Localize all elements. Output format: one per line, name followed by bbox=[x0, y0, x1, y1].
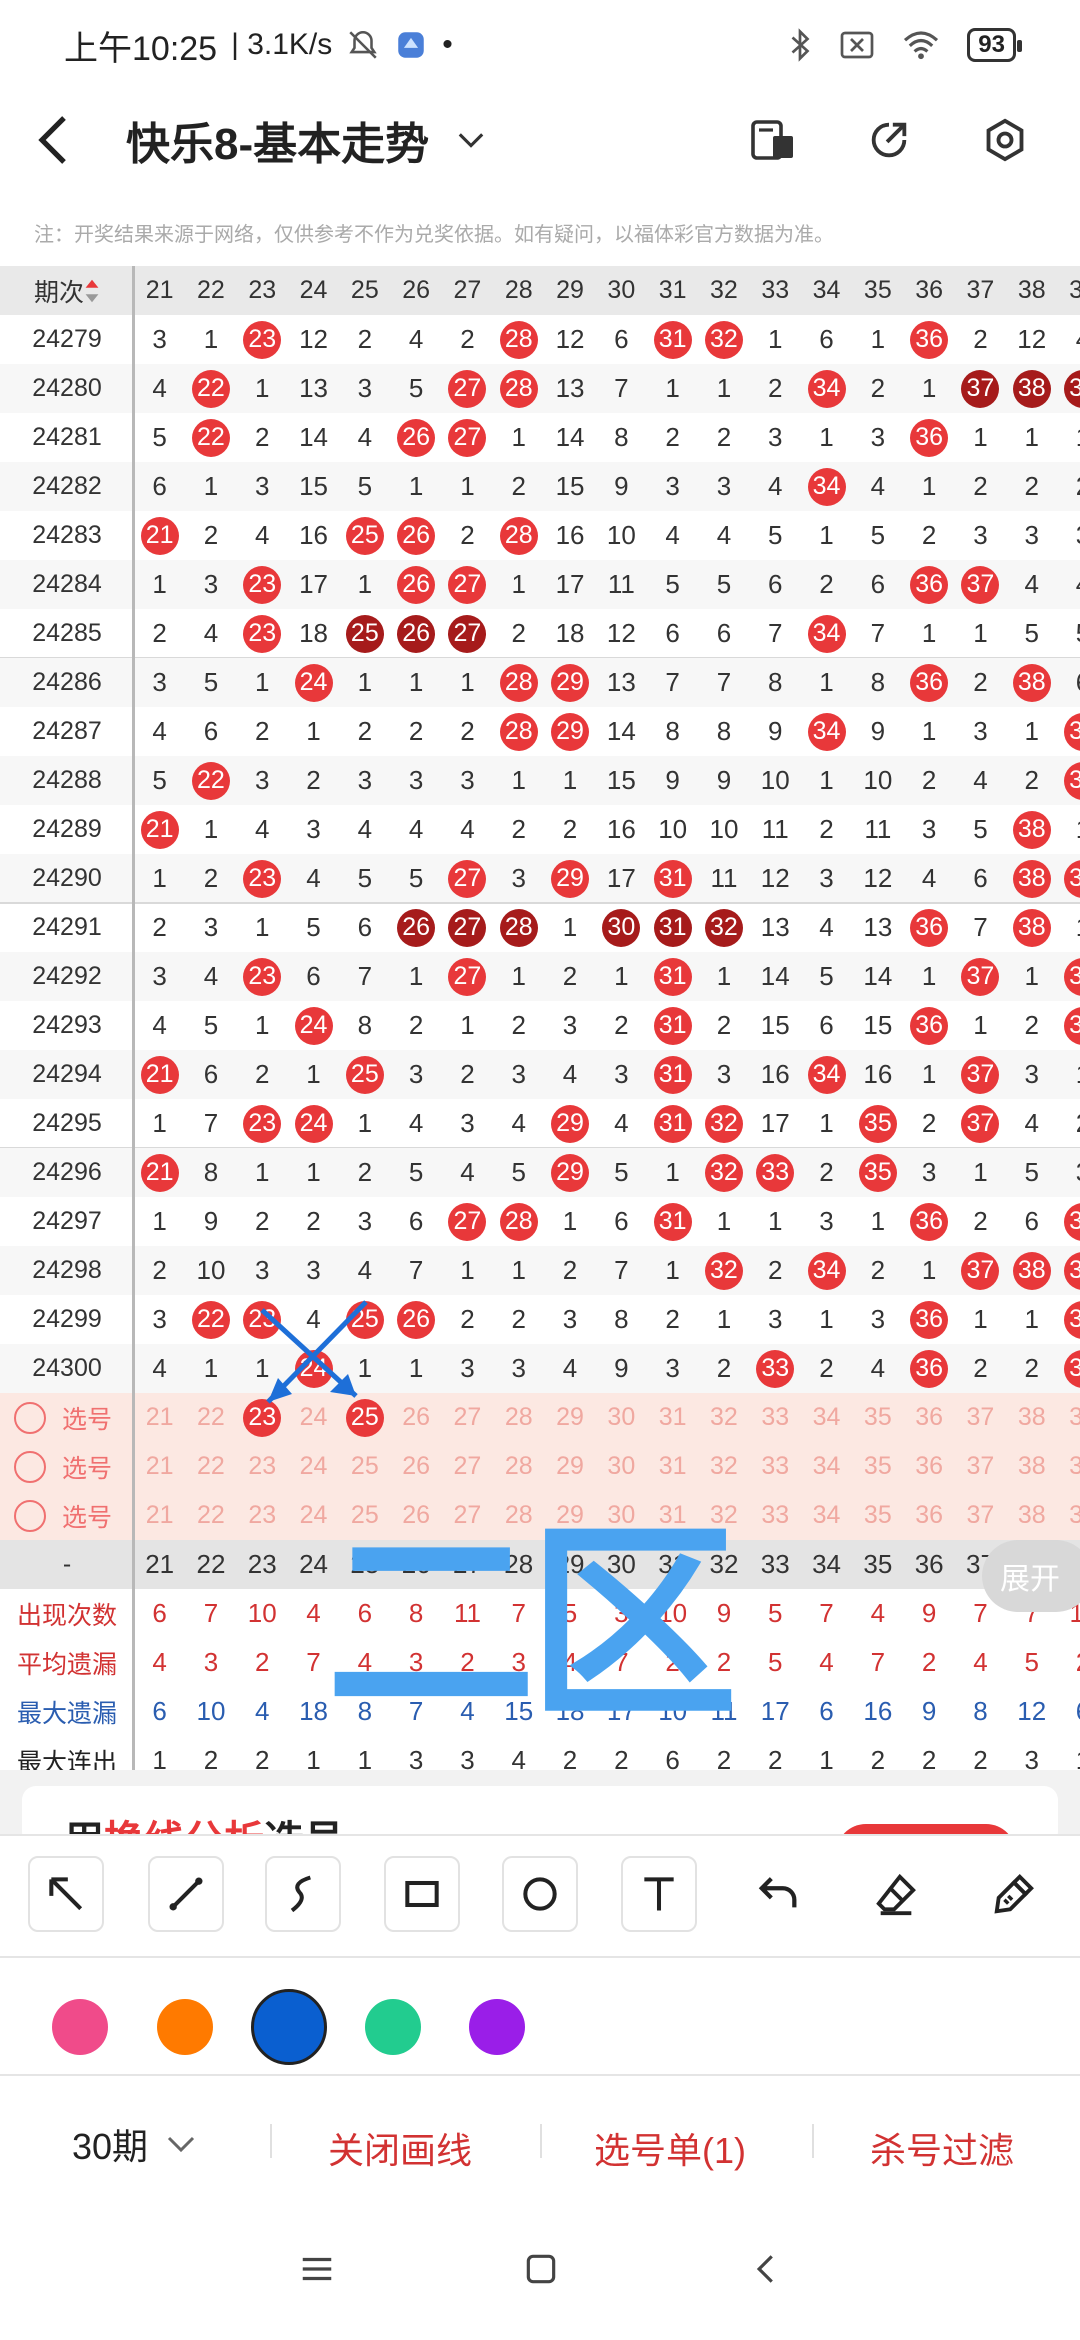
color-swatch[interactable] bbox=[157, 1999, 213, 2055]
period-selector[interactable]: 30期 bbox=[72, 2118, 196, 2170]
arrow-tool-icon bbox=[49, 1877, 83, 1911]
tool-eraser[interactable] bbox=[858, 1856, 934, 1932]
tool-clear[interactable] bbox=[976, 1856, 1052, 1932]
tool-rectangle[interactable] bbox=[384, 1856, 460, 1932]
action-separator bbox=[540, 2124, 542, 2158]
drawing-tools bbox=[0, 1856, 1080, 1956]
tool-freehand[interactable] bbox=[265, 1856, 341, 1932]
rectangle-tool-icon bbox=[405, 1880, 439, 1908]
kill-filter-button[interactable]: 杀号过滤 bbox=[870, 2122, 1014, 2174]
drawing-tool-panel bbox=[0, 1834, 1080, 2074]
color-palette bbox=[0, 1982, 1080, 2072]
period-selector-label: 30期 bbox=[72, 2126, 149, 2167]
freehand-tool-icon bbox=[290, 1875, 311, 1913]
broom-icon bbox=[994, 1874, 1034, 1914]
expand-button[interactable]: 展开 bbox=[982, 1540, 1080, 1612]
color-swatch[interactable] bbox=[469, 1999, 525, 2055]
chevron-down-icon bbox=[167, 2136, 195, 2153]
line-tool-icon bbox=[169, 1877, 203, 1911]
tool-undo[interactable] bbox=[741, 1856, 817, 1932]
tool-text[interactable] bbox=[621, 1856, 697, 1932]
color-swatch[interactable] bbox=[52, 1999, 108, 2055]
color-swatch[interactable] bbox=[365, 1999, 421, 2055]
undo-icon bbox=[758, 1877, 797, 1908]
close-drawing-button[interactable]: 关闭画线 bbox=[328, 2122, 472, 2174]
action-separator bbox=[812, 2124, 814, 2158]
eraser-icon bbox=[876, 1873, 916, 1916]
action-separator bbox=[270, 2124, 272, 2158]
tool-arrow[interactable] bbox=[28, 1856, 104, 1932]
back-icon[interactable] bbox=[748, 2250, 786, 2288]
circle-tool-icon bbox=[523, 1877, 557, 1911]
text-tool-icon bbox=[644, 1877, 674, 1911]
color-swatch[interactable] bbox=[251, 1989, 327, 2065]
app-root: 上午10:25 | 3.1K/s • 93 快乐8-基本走势 注：开奖结果来源于… bbox=[0, 0, 1080, 2340]
handwritten-annotation: 二区 bbox=[326, 1507, 738, 1742]
tool-circle[interactable] bbox=[502, 1856, 578, 1932]
system-nav-bar bbox=[0, 2230, 1080, 2320]
panel-divider bbox=[0, 2074, 1080, 2076]
home-icon[interactable] bbox=[522, 2250, 560, 2288]
pick-list-button[interactable]: 选号单(1) bbox=[594, 2122, 746, 2174]
menu-icon[interactable] bbox=[298, 2250, 336, 2288]
tool-line[interactable] bbox=[148, 1856, 224, 1932]
tool-divider bbox=[0, 1956, 1080, 1958]
